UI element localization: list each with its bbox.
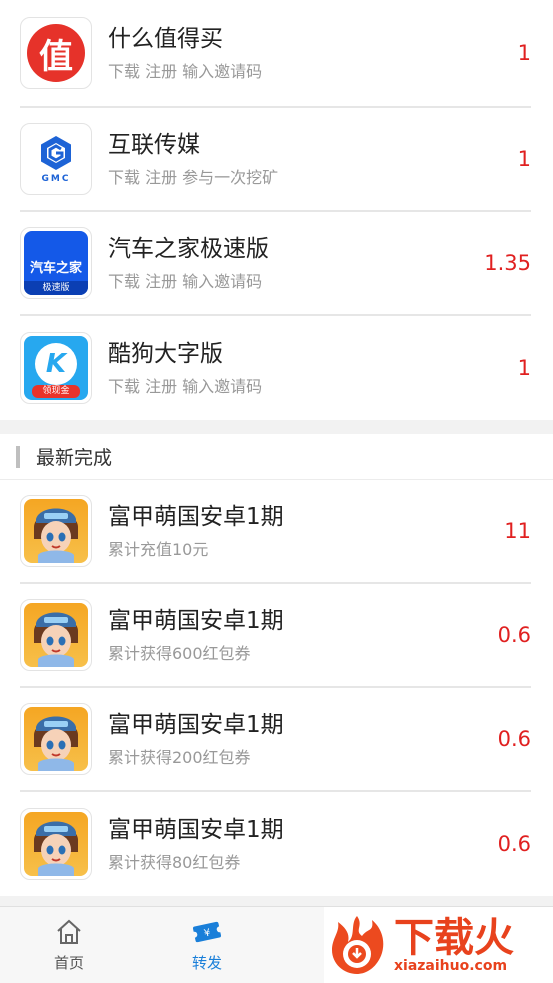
latest-info: 富甲萌国安卓1期 累计充值10元 bbox=[108, 502, 471, 560]
watermark-domain: xiazaihuo.com bbox=[394, 958, 508, 974]
task-subtitle: 下载 注册 输入邀请码 bbox=[108, 377, 263, 396]
task-reward: 1 bbox=[517, 41, 531, 65]
tab-home[interactable]: 首页 bbox=[0, 907, 138, 983]
task-title: 互联传媒 bbox=[108, 132, 200, 158]
task-row[interactable]: GMC 互联传媒 下载 注册 参与一次挖矿 1 bbox=[20, 108, 531, 212]
section-gap bbox=[0, 420, 553, 434]
flame-logo-icon bbox=[332, 916, 384, 974]
app-icon bbox=[20, 808, 92, 880]
latest-info: 富甲萌国安卓1期 累计获得200红包券 bbox=[108, 710, 471, 768]
app-icon bbox=[20, 703, 92, 775]
app-icon: 汽车之家 极速版 bbox=[20, 227, 92, 299]
latest-item-subtitle: 累计获得600红包券 bbox=[108, 644, 251, 663]
task-title: 酷狗大字版 bbox=[108, 341, 223, 367]
latest-item-subtitle: 累计充值10元 bbox=[108, 540, 209, 559]
latest-item-reward: 0.6 bbox=[497, 832, 531, 856]
task-row[interactable]: 值 什么值得买 下载 注册 输入邀请码 1 bbox=[20, 0, 531, 108]
character-face-icon bbox=[34, 612, 78, 667]
task-row[interactable]: 汽车之家 极速版 汽车之家极速版 下载 注册 输入邀请码 1.35 bbox=[20, 212, 531, 316]
section-marker bbox=[16, 445, 20, 468]
latest-row[interactable]: 富甲萌国安卓1期 累计获得80红包券 0.6 bbox=[20, 792, 531, 896]
kugou-circle: K bbox=[35, 343, 77, 385]
task-subtitle: 下载 注册 参与一次挖矿 bbox=[108, 168, 279, 187]
zhi-icon: 值 bbox=[27, 24, 85, 82]
latest-section: 最新完成 富甲萌国安卓1期 累计充值10元 11 富甲萌国安卓1期 累计获得60… bbox=[0, 434, 553, 896]
latest-item-title: 富甲萌国安卓1期 bbox=[108, 608, 284, 634]
task-reward: 1 bbox=[517, 356, 531, 380]
latest-info: 富甲萌国安卓1期 累计获得600红包券 bbox=[108, 606, 471, 664]
tab-forward[interactable]: ¥ 转发 bbox=[138, 907, 276, 983]
hexagon-logo-icon bbox=[41, 136, 71, 170]
home-icon bbox=[57, 919, 81, 944]
latest-item-reward: 0.6 bbox=[497, 727, 531, 751]
autohome-icon-text: 汽车之家 bbox=[29, 260, 82, 276]
task-title: 汽车之家极速版 bbox=[108, 236, 269, 262]
latest-item-title: 富甲萌国安卓1期 bbox=[108, 712, 284, 738]
game-character-icon bbox=[24, 812, 88, 876]
latest-item-reward: 11 bbox=[504, 519, 531, 543]
game-character-icon bbox=[24, 603, 88, 667]
app-icon bbox=[20, 495, 92, 567]
task-subtitle: 下载 注册 输入邀请码 bbox=[108, 62, 263, 81]
task-reward: 1 bbox=[517, 147, 531, 171]
latest-item-subtitle: 累计获得80红包券 bbox=[108, 853, 241, 872]
kugou-icon: K 领现金 bbox=[24, 336, 88, 400]
app-icon: 值 bbox=[20, 17, 92, 89]
watermark: 下载火 xiazaihuo.com bbox=[324, 907, 553, 983]
tab-home-label: 首页 bbox=[53, 953, 84, 972]
latest-row[interactable]: 富甲萌国安卓1期 累计获得600红包券 0.6 bbox=[20, 584, 531, 688]
task-info: 什么值得买 下载 注册 输入邀请码 bbox=[108, 24, 471, 82]
latest-info: 富甲萌国安卓1期 累计获得80红包券 bbox=[108, 815, 471, 873]
task-info: 汽车之家极速版 下载 注册 输入邀请码 bbox=[108, 234, 471, 292]
latest-row[interactable]: 富甲萌国安卓1期 累计获得200红包券 0.6 bbox=[20, 688, 531, 792]
latest-item-subtitle: 累计获得200红包券 bbox=[108, 748, 251, 767]
task-reward: 1.35 bbox=[484, 251, 531, 275]
game-character-icon bbox=[24, 499, 88, 563]
latest-list: 富甲萌国安卓1期 累计充值10元 11 富甲萌国安卓1期 累计获得600红包券 … bbox=[0, 480, 553, 896]
latest-item-title: 富甲萌国安卓1期 bbox=[108, 817, 284, 843]
character-face-icon bbox=[34, 716, 78, 771]
watermark-text: 下载火 xiazaihuo.com bbox=[394, 916, 514, 974]
ticket-icon: ¥ bbox=[191, 921, 223, 942]
tab-forward-label: 转发 bbox=[191, 953, 222, 972]
gmc-icon-text: GMC bbox=[41, 174, 71, 184]
latest-title: 最新完成 bbox=[36, 447, 113, 469]
zhi-icon-text: 值 bbox=[39, 36, 73, 77]
task-info: 酷狗大字版 下载 注册 输入邀请码 bbox=[108, 339, 471, 397]
watermark-brand: 下载火 bbox=[394, 915, 514, 961]
gmc-icon: GMC bbox=[24, 127, 88, 191]
kugou-icon-badge: 领现金 bbox=[32, 385, 80, 398]
autohome-icon-badge: 极速版 bbox=[24, 281, 88, 295]
game-character-icon bbox=[24, 707, 88, 771]
kugou-icon-text: K bbox=[45, 349, 67, 379]
autohome-icon: 汽车之家 极速版 bbox=[24, 231, 88, 295]
latest-item-title: 富甲萌国安卓1期 bbox=[108, 504, 284, 530]
character-face-icon bbox=[34, 508, 78, 563]
character-face-icon bbox=[34, 821, 78, 876]
task-info: 互联传媒 下载 注册 参与一次挖矿 bbox=[108, 130, 471, 188]
app-icon: K 领现金 bbox=[20, 332, 92, 404]
task-row[interactable]: K 领现金 酷狗大字版 下载 注册 输入邀请码 1 bbox=[20, 316, 531, 420]
task-subtitle: 下载 注册 输入邀请码 bbox=[108, 272, 263, 291]
app-icon bbox=[20, 599, 92, 671]
latest-item-reward: 0.6 bbox=[497, 623, 531, 647]
task-title: 什么值得买 bbox=[108, 26, 223, 52]
app-icon: GMC bbox=[20, 123, 92, 195]
task-list: 值 什么值得买 下载 注册 输入邀请码 1 GMC 互联传媒 下载 注册 参与一… bbox=[0, 0, 553, 420]
latest-header: 最新完成 bbox=[0, 434, 553, 480]
latest-row[interactable]: 富甲萌国安卓1期 累计充值10元 11 bbox=[20, 480, 531, 584]
task-list-section: 值 什么值得买 下载 注册 输入邀请码 1 GMC 互联传媒 下载 注册 参与一… bbox=[0, 0, 553, 420]
